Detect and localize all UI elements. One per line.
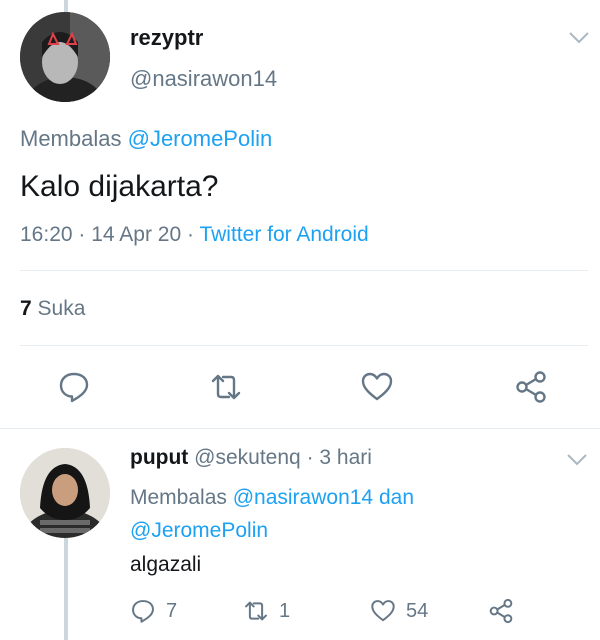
chevron-down-icon[interactable] <box>567 30 591 46</box>
separator: · <box>187 223 194 246</box>
likes-count: 7 <box>20 297 32 320</box>
heart-icon[interactable] <box>360 370 394 404</box>
reply-button[interactable]: 7 <box>130 596 177 626</box>
tweet-text: algazali <box>130 553 202 576</box>
tweet-source-link[interactable]: Twitter for Android <box>199 223 368 246</box>
tweet-time: 16:20 <box>20 223 73 246</box>
replying-label: Membalas <box>130 486 227 509</box>
display-name[interactable]: puput <box>130 446 188 469</box>
display-name[interactable]: rezyptr <box>130 25 203 51</box>
retweet-button[interactable]: 1 <box>243 596 290 626</box>
share-icon <box>489 598 513 624</box>
divider <box>0 428 600 429</box>
reply-icon[interactable] <box>57 370 91 404</box>
reply-icon <box>132 600 154 623</box>
mention-link[interactable]: @JeromePolin <box>128 126 273 151</box>
avatar-image <box>20 448 110 538</box>
replying-to-line: Membalas @JeromePolin <box>20 126 272 152</box>
tweet-meta: 16:20 · 14 Apr 20 · Twitter for Android <box>20 223 369 247</box>
retweet-icon <box>245 601 267 621</box>
main-tweet: rezyptr @nasirawon14 Membalas @JeromePol… <box>0 0 600 428</box>
user-handle[interactable]: @nasirawon14 <box>130 66 277 92</box>
tweet-date: 14 Apr 20 <box>91 223 182 246</box>
chevron-down-icon[interactable] <box>565 452 589 468</box>
heart-icon <box>371 600 395 622</box>
divider <box>20 270 588 271</box>
retweet-icon[interactable] <box>209 370 243 404</box>
divider <box>20 345 588 346</box>
avatar-image <box>20 12 110 102</box>
tweet-text: Kalo dijakarta? <box>20 170 219 203</box>
avatar[interactable] <box>20 12 110 102</box>
like-button[interactable]: 54 <box>370 596 428 626</box>
likes-stat[interactable]: 7 Suka <box>20 297 85 321</box>
like-count: 54 <box>406 599 429 622</box>
share-icon[interactable] <box>514 370 548 404</box>
reply-header: puput @sekutenq · 3 hari <box>130 446 372 470</box>
avatar[interactable] <box>20 448 110 538</box>
separator: · <box>78 223 86 246</box>
mention-link[interactable]: @nasirawon14 <box>233 486 373 509</box>
likes-label: Suka <box>37 297 86 320</box>
replying-to-line: Membalas @nasirawon14 dan @JeromePolin <box>130 481 570 547</box>
retweet-count: 1 <box>279 599 291 622</box>
mention-link[interactable]: @JeromePolin <box>130 519 268 542</box>
and-label: dan <box>378 486 415 509</box>
replying-label: Membalas <box>20 126 122 151</box>
reply-count: 7 <box>166 599 178 622</box>
separator: · <box>306 446 314 469</box>
share-button[interactable] <box>488 596 514 626</box>
user-handle[interactable]: @sekutenq <box>194 446 301 469</box>
tweet-age: 3 hari <box>319 446 372 469</box>
thread-line-bottom <box>64 538 68 640</box>
